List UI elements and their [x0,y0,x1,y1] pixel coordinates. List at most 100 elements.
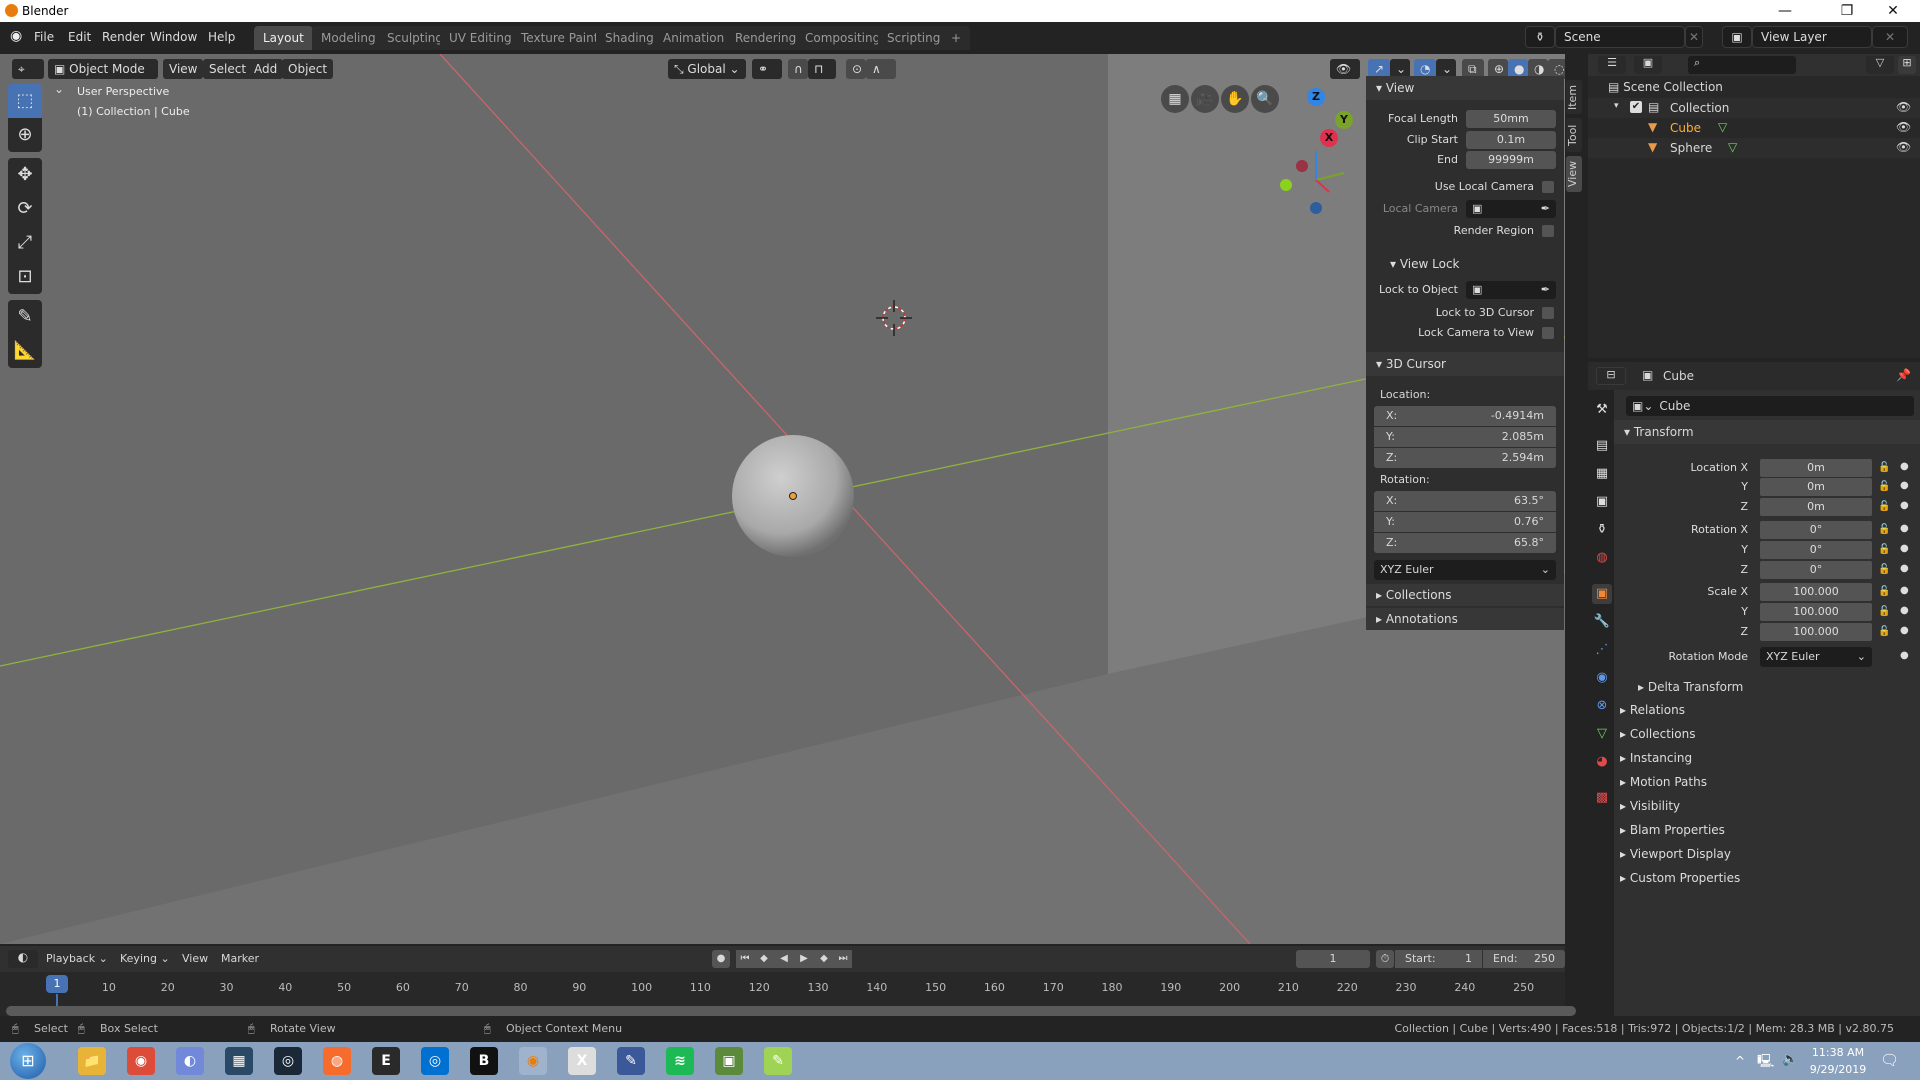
keyframe-dot-icon[interactable]: ● [1900,500,1909,511]
pin-icon[interactable]: 📌 [1896,368,1911,382]
snap-target-icon[interactable]: ⊓ [808,59,836,79]
jump-end-icon[interactable]: ⏭ [834,950,852,968]
section-viewport-display[interactable]: ▸ Viewport Display [1620,847,1731,861]
location-x-field[interactable]: 0m [1760,459,1872,477]
viewport-menu-select[interactable]: Select [203,59,253,79]
use-local-camera-checkbox[interactable] [1542,181,1554,193]
tab-compositing[interactable]: Compositing [796,26,890,50]
constraints-properties-icon[interactable]: ⊗ [1592,696,1612,716]
pan-view-icon[interactable]: ✋ [1221,85,1249,113]
taskbar-app-unknown-icon[interactable]: ▦ [225,1047,253,1075]
show-hidden-icons[interactable]: ^ [1735,1054,1745,1068]
visibility-icon[interactable]: 👁 [1330,59,1360,79]
lock-to-object-field[interactable]: ▣ ✒ [1466,281,1556,299]
render-region-checkbox[interactable] [1542,225,1554,237]
location-z-field[interactable]: 0m [1760,498,1872,516]
scale-y-field[interactable]: 100.000 [1760,603,1872,621]
properties-editor-type-icon[interactable]: ⊟ [1596,367,1626,385]
lock-icon[interactable]: 🔓 [1878,586,1890,597]
next-keyframe-icon[interactable]: ◆ [814,950,834,968]
clip-start-field[interactable]: 0.1m [1466,131,1556,149]
zoom-view-icon[interactable]: 🔍 [1251,85,1279,113]
rotation-x-field[interactable]: 0° [1760,521,1872,539]
section-blam-properties[interactable]: ▸ Blam Properties [1620,823,1725,837]
timeline-menu-keying[interactable]: Keying ⌄ [120,952,170,965]
lock-icon[interactable]: 🔓 [1878,524,1890,535]
menu-window[interactable]: Window [150,30,197,44]
lock-icon[interactable]: 🔓 [1878,462,1890,473]
collection-checkbox[interactable]: ✔ [1630,101,1642,113]
tab-animation[interactable]: Animation [654,26,734,50]
annotate-tool-icon[interactable]: ✎ [8,300,42,334]
lock-to-cursor-checkbox[interactable] [1542,307,1554,319]
maximize-button[interactable]: ❐ [1824,0,1870,22]
local-camera-field[interactable]: ▣ ✒ [1466,200,1556,218]
snap-icon[interactable]: ∩ [788,59,808,79]
prev-keyframe-icon[interactable]: ◆ [754,950,774,968]
world-properties-icon[interactable]: ◍ [1592,548,1612,568]
lock-icon[interactable]: 🔓 [1878,606,1890,617]
lock-camera-checkbox[interactable] [1542,327,1554,339]
volume-icon[interactable]: 🔈 [1782,1052,1798,1067]
viewport-menu-object[interactable]: Object [282,59,334,79]
menu-render[interactable]: Render [102,30,145,44]
object-properties-icon[interactable]: ▣ [1592,584,1612,604]
output-properties-icon[interactable]: ▦ [1592,464,1612,484]
camera-view-icon[interactable]: 🎥 [1191,85,1219,113]
view-layer-properties-icon[interactable]: ▣ [1592,492,1612,512]
outliner-editor-type-icon[interactable]: ☰ [1598,56,1626,74]
timeline-menu-marker[interactable]: Marker [221,952,259,965]
clip-end-field[interactable]: 99999m [1466,151,1556,169]
cursor-panel-header[interactable]: ▾ 3D Cursor [1366,352,1564,376]
rotate-tool-icon[interactable]: ⟳ [8,192,42,226]
start-frame-field[interactable]: Start: 1 [1395,950,1482,968]
render-properties-icon[interactable]: ▤ [1592,436,1612,456]
taskbar-app-minecraft-icon[interactable]: ▣ [715,1047,743,1075]
sidebar-tab-tool[interactable]: Tool [1566,118,1582,152]
particles-properties-icon[interactable]: ⋰ [1592,640,1612,660]
menu-help[interactable]: Help [208,30,235,44]
minimize-button[interactable]: — [1762,0,1808,22]
blender-menu-icon[interactable]: ◉ [10,28,22,44]
lock-icon[interactable]: 🔓 [1878,501,1890,512]
lock-icon[interactable]: 🔓 [1878,564,1890,575]
collection-row[interactable]: ▾ ✔ ▤ Collection 👁 [1588,98,1920,118]
clock-date[interactable]: 9/29/2019 [1808,1063,1868,1076]
mode-selector[interactable]: ▣ Object Mode ⌄ [48,59,158,96]
tab-uv-editing[interactable]: UV Editing [440,26,521,50]
transform-tool-icon[interactable]: ⊡ [8,260,42,294]
action-center-icon[interactable]: 🗨 [1880,1051,1899,1069]
measure-tool-icon[interactable]: 📐 [8,334,42,368]
physics-properties-icon[interactable]: ◉ [1592,668,1612,688]
tab-scripting[interactable]: Scripting [878,26,950,50]
view-layer-icon[interactable]: ▣ [1722,26,1752,48]
view-lock-header[interactable]: ▾ View Lock [1366,252,1564,276]
taskbar-app-spotify-icon[interactable]: ≋ [666,1047,694,1075]
scene-field[interactable]: Scene [1555,26,1685,48]
play-reverse-icon[interactable]: ◀ [774,950,794,968]
keyframe-dot-icon[interactable]: ● [1900,523,1909,534]
cursor-rotation-z[interactable]: Z: 65.8° [1374,533,1556,553]
section-relations[interactable]: ▸ Relations [1620,703,1685,717]
transform-panel-header[interactable]: ▾ Transform [1614,420,1920,444]
section-visibility[interactable]: ▸ Visibility [1620,799,1680,813]
cursor-location-y[interactable]: Y: 2.085m [1374,427,1556,447]
keyframe-dot-icon[interactable]: ● [1900,585,1909,596]
3d-viewport[interactable]: Z Y X ⌖ ▣ Object Mode ⌄ View Select Add … [0,54,1565,944]
taskbar-app-blender-icon[interactable]: ◉ [519,1047,547,1075]
keyframe-dot-icon[interactable]: ● [1900,563,1909,574]
taskbar-app-uplay-icon[interactable]: ◎ [421,1047,449,1075]
lock-icon[interactable]: 🔓 [1878,481,1890,492]
scale-tool-icon[interactable]: ⤢ [8,226,42,260]
scene-selector-icon[interactable]: ⚱ [1525,26,1555,48]
annotations-panel-header[interactable]: ▸ Annotations [1366,608,1564,630]
section-instancing[interactable]: ▸ Instancing [1620,751,1692,765]
focal-length-field[interactable]: 50mm [1466,110,1556,128]
network-icon[interactable]: 🖳 [1757,1052,1774,1074]
delta-transform-subpanel[interactable]: ▸ Delta Transform [1638,680,1743,694]
tab-layout[interactable]: Layout [254,26,313,50]
eyedropper-icon[interactable]: ✒ [1541,281,1550,299]
mesh-data-properties-icon[interactable]: ▽ [1592,724,1612,744]
clock-time[interactable]: 11:38 AM [1808,1046,1868,1059]
playhead-frame-label[interactable]: 1 [46,975,68,993]
